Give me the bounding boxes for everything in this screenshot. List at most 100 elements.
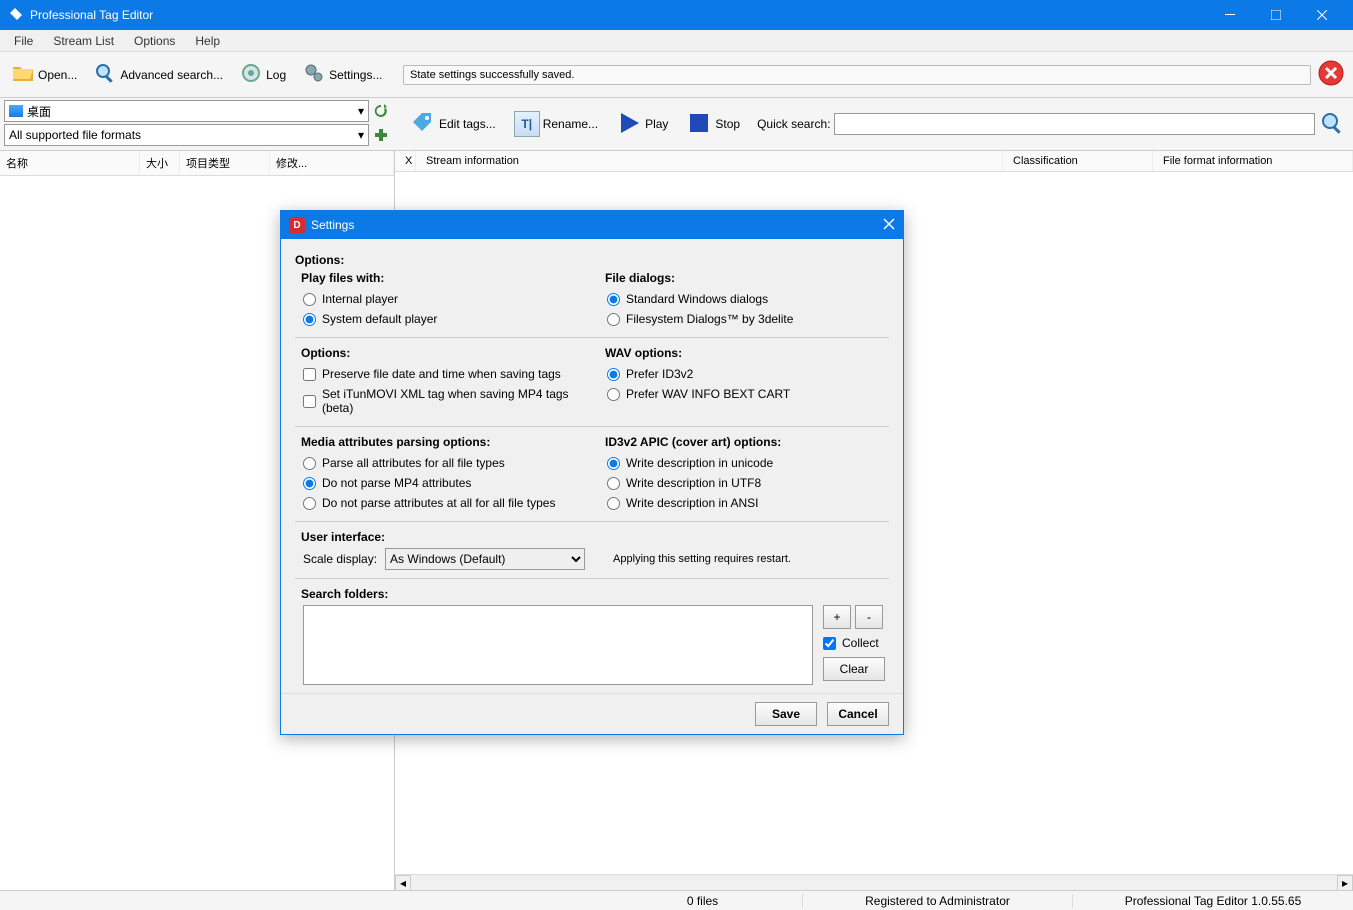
tab-classification[interactable]: Classification <box>1003 151 1153 171</box>
menu-stream-list[interactable]: Stream List <box>43 32 124 50</box>
play-label: Play <box>645 117 668 131</box>
settings-dialog: D Settings Options: Play files with: Int… <box>280 210 904 735</box>
radio-prefer-wav-info[interactable]: Prefer WAV INFO BEXT CART <box>607 384 889 404</box>
tab-stream-info[interactable]: Stream information <box>416 151 1003 171</box>
radio-apic-ansi[interactable]: Write description in ANSI <box>607 493 889 513</box>
radio-no-mp4[interactable]: Do not parse MP4 attributes <box>303 473 585 493</box>
status-version: Professional Tag Editor 1.0.55.65 <box>1073 894 1353 908</box>
log-button[interactable]: Log <box>232 56 293 93</box>
scroll-right-icon[interactable]: ▸ <box>1337 875 1353 891</box>
radio-prefer-id3v2[interactable]: Prefer ID3v2 <box>607 364 889 384</box>
scroll-left-icon[interactable]: ◂ <box>395 875 411 891</box>
tab-close[interactable]: X <box>395 151 416 171</box>
clear-button[interactable]: Clear <box>823 657 885 681</box>
settings-button[interactable]: Settings... <box>295 56 389 93</box>
col-type[interactable]: 项目类型 <box>180 151 270 175</box>
right-toolbar: Edit tags... T| Rename... Play Stop Quic… <box>395 98 1353 150</box>
dialog-icon: D <box>289 217 305 233</box>
filter-combo[interactable]: All supported file formats ▾ <box>4 124 369 146</box>
tag-icon <box>410 110 436 139</box>
radio-parse-all[interactable]: Parse all attributes for all file types <box>303 453 585 473</box>
quick-search-input[interactable] <box>834 113 1315 135</box>
advsearch-label: Advanced search... <box>120 68 223 82</box>
search-folders-list[interactable] <box>303 605 813 685</box>
add-folder-btn[interactable]: + <box>823 605 851 629</box>
save-button[interactable]: Save <box>755 702 817 726</box>
radio-std-dialogs[interactable]: Standard Windows dialogs <box>607 289 889 309</box>
add-folder-button[interactable] <box>371 125 391 145</box>
options-heading: Options: <box>295 253 889 267</box>
dialog-title-text: Settings <box>311 218 883 232</box>
refresh-button[interactable] <box>371 101 391 121</box>
rename-label: Rename... <box>543 117 598 131</box>
tab-file-format[interactable]: File format information <box>1153 151 1353 171</box>
edit-tags-label: Edit tags... <box>439 117 496 131</box>
chevron-down-icon: ▾ <box>358 104 364 118</box>
play-files-label: Play files with: <box>301 271 585 285</box>
radio-no-parse[interactable]: Do not parse attributes at all for all f… <box>303 493 585 513</box>
scale-display-select[interactable]: As Windows (Default) <box>385 548 585 570</box>
menu-options[interactable]: Options <box>124 32 185 50</box>
status-files: 0 files <box>603 894 803 908</box>
window-title: Professional Tag Editor <box>30 8 1207 22</box>
cancel-button[interactable]: Cancel <box>827 702 889 726</box>
dialog-titlebar: D Settings <box>281 211 903 239</box>
play-button[interactable]: Play <box>609 105 675 144</box>
menu-file[interactable]: File <box>4 32 43 50</box>
ui-label: User interface: <box>301 530 889 544</box>
close-status-icon[interactable] <box>1317 59 1345 90</box>
scale-display-label: Scale display: <box>303 552 377 566</box>
close-button[interactable] <box>1299 0 1345 30</box>
stop-icon <box>686 110 712 139</box>
toolbar-left: Open... Advanced search... Log Settings.… <box>0 52 395 97</box>
check-itunmovi[interactable]: Set iTunMOVI XML tag when saving MP4 tag… <box>303 384 585 418</box>
stop-label: Stop <box>715 117 740 131</box>
media-parsing-label: Media attributes parsing options: <box>301 435 585 449</box>
radio-system-default[interactable]: System default player <box>303 309 585 329</box>
dialog-close-button[interactable] <box>883 218 895 233</box>
col-size[interactable]: 大小 <box>140 151 180 175</box>
col-name[interactable]: 名称 <box>0 151 140 175</box>
check-collect[interactable]: Collect <box>823 633 879 653</box>
menubar: File Stream List Options Help <box>0 30 1353 52</box>
radio-apic-utf8[interactable]: Write description in UTF8 <box>607 473 889 493</box>
menu-help[interactable]: Help <box>185 32 230 50</box>
wav-options-label: WAV options: <box>605 346 889 360</box>
file-dialogs-label: File dialogs: <box>605 271 889 285</box>
open-button[interactable]: Open... <box>4 56 84 93</box>
minimize-button[interactable] <box>1207 0 1253 30</box>
radio-3delite-dialogs[interactable]: Filesystem Dialogs™ by 3delite <box>607 309 889 329</box>
chevron-down-icon: ▾ <box>358 128 364 142</box>
check-preserve-date[interactable]: Preserve file date and time when saving … <box>303 364 585 384</box>
location-text: 桌面 <box>27 103 51 120</box>
log-label: Log <box>266 68 286 82</box>
search-icon[interactable] <box>1319 110 1345 139</box>
search-folders-label: Search folders: <box>301 587 889 601</box>
play-icon <box>616 110 642 139</box>
edit-tags-button[interactable]: Edit tags... <box>403 105 503 144</box>
status-message: State settings successfully saved. <box>403 65 1311 85</box>
settings-label: Settings... <box>329 68 382 82</box>
statusbar: 0 files Registered to Administrator Prof… <box>0 890 1353 910</box>
remove-folder-btn[interactable]: - <box>855 605 883 629</box>
radio-apic-unicode[interactable]: Write description in unicode <box>607 453 889 473</box>
filter-text: All supported file formats <box>9 128 141 142</box>
col-modified[interactable]: 修改... <box>270 151 394 175</box>
desktop-icon <box>9 105 23 117</box>
apic-label: ID3v2 APIC (cover art) options: <box>605 435 889 449</box>
horizontal-scrollbar[interactable]: ◂ ▸ <box>395 874 1353 890</box>
maximize-button[interactable] <box>1253 0 1299 30</box>
gear-clock-icon <box>239 61 263 88</box>
gears-icon <box>302 61 326 88</box>
rename-button[interactable]: T| Rename... <box>507 106 605 142</box>
quick-search-label: Quick search: <box>757 117 830 131</box>
location-combo[interactable]: 桌面 ▾ <box>4 100 369 122</box>
scale-note: Applying this setting requires restart. <box>613 553 791 565</box>
advanced-search-button[interactable]: Advanced search... <box>86 56 230 93</box>
rename-icon: T| <box>514 111 540 137</box>
radio-internal-player[interactable]: Internal player <box>303 289 585 309</box>
stop-button[interactable]: Stop <box>679 105 747 144</box>
window-titlebar: Professional Tag Editor <box>0 0 1353 30</box>
left-nav: 桌面 ▾ All supported file formats ▾ <box>0 98 395 150</box>
status-area: State settings successfully saved. <box>395 52 1353 97</box>
